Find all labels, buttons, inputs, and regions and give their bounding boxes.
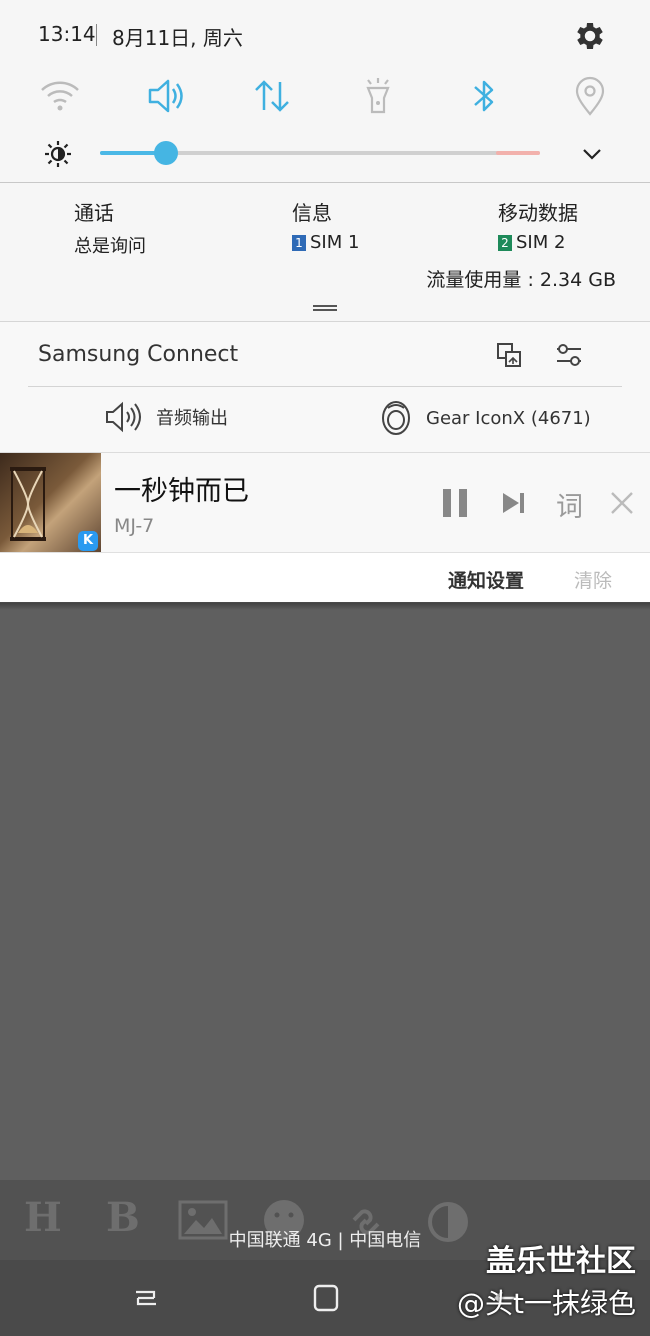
speaker-icon [106,401,141,433]
chevron-down-icon[interactable] [578,140,606,168]
flashlight-icon[interactable] [356,74,400,118]
status-separator [96,24,97,46]
next-track-icon[interactable] [494,483,534,523]
clear-button[interactable]: 清除 [574,566,612,593]
screen-share-icon[interactable] [494,340,524,370]
gear-icon[interactable] [572,18,608,54]
media-notification[interactable]: K 一秒钟而已 MJ-7 词 [0,452,650,553]
gear-iconx-device[interactable]: Gear IconX (4671) [380,400,591,436]
sound-icon[interactable] [144,74,188,118]
close-icon[interactable] [602,483,642,523]
mobile-data-icon[interactable] [250,74,294,118]
sim-message-title: 信息 [292,201,332,225]
song-artist: MJ-7 [114,515,155,537]
sim-mobile-data-value: SIM 2 [516,232,566,253]
brightness-slider-warning [496,151,540,155]
status-time: 13:14 [38,22,96,46]
wifi-icon[interactable] [38,74,82,118]
data-usage[interactable]: 流量使用量 : 2.34 GB [426,265,616,292]
audio-output-label: 音频输出 [156,408,228,429]
samsung-connect-title[interactable]: Samsung Connect [38,342,238,367]
location-icon[interactable] [568,74,612,118]
notification-actions: 通知设置 清除 [0,552,650,603]
status-date: 8月11日, 周六 [112,26,243,50]
lyrics-button[interactable]: 词 [556,485,583,524]
sim-call[interactable]: 通话 总是询问 [74,197,146,258]
watermark-title: 盖乐世社区 [486,1244,636,1279]
earbud-icon [382,401,410,435]
brightness-slider[interactable] [100,141,540,165]
sim-mobile-data[interactable]: 移动数据 2 SIM 2 [498,197,578,253]
sim-settings: 通话 总是询问 信息 1 SIM 1 移动数据 2 SIM 2 流量使用量 : … [0,183,650,321]
quick-panel: 13:14 8月11日, 周六 [0,0,650,183]
app-logo-icon: K [78,531,98,551]
samsung-connect-card: Samsung Connect 音频输出 Gear IconX (4671) [0,322,650,452]
audio-output-button[interactable]: 音频输出 [104,400,228,434]
sim-message[interactable]: 信息 1 SIM 1 [292,197,359,253]
sim-message-value: SIM 1 [310,232,360,253]
sim-call-value: 总是询问 [74,236,146,257]
notification-settings-button[interactable]: 通知设置 [448,566,524,593]
sim-call-title: 通话 [74,201,114,225]
sim2-badge: 2 [498,234,512,251]
brightness-slider-thumb[interactable] [154,141,178,165]
settings-sliders-icon[interactable] [554,340,584,370]
brightness-icon [45,141,71,167]
watermark-user: @头t一抹绿色 [457,1287,636,1320]
drag-handle[interactable] [313,305,337,311]
sim1-badge: 1 [292,234,306,251]
song-title: 一秒钟而已 [114,476,249,507]
divider [28,386,622,387]
bluetooth-icon[interactable] [462,74,506,118]
sim-mobile-data-title: 移动数据 [498,201,578,225]
panel-shadow [0,602,650,610]
album-art: K [0,453,101,553]
home-icon[interactable] [310,1282,342,1314]
pause-icon[interactable] [436,483,476,523]
device-name: Gear IconX (4671) [426,407,591,429]
recent-apps-icon[interactable] [130,1282,162,1314]
